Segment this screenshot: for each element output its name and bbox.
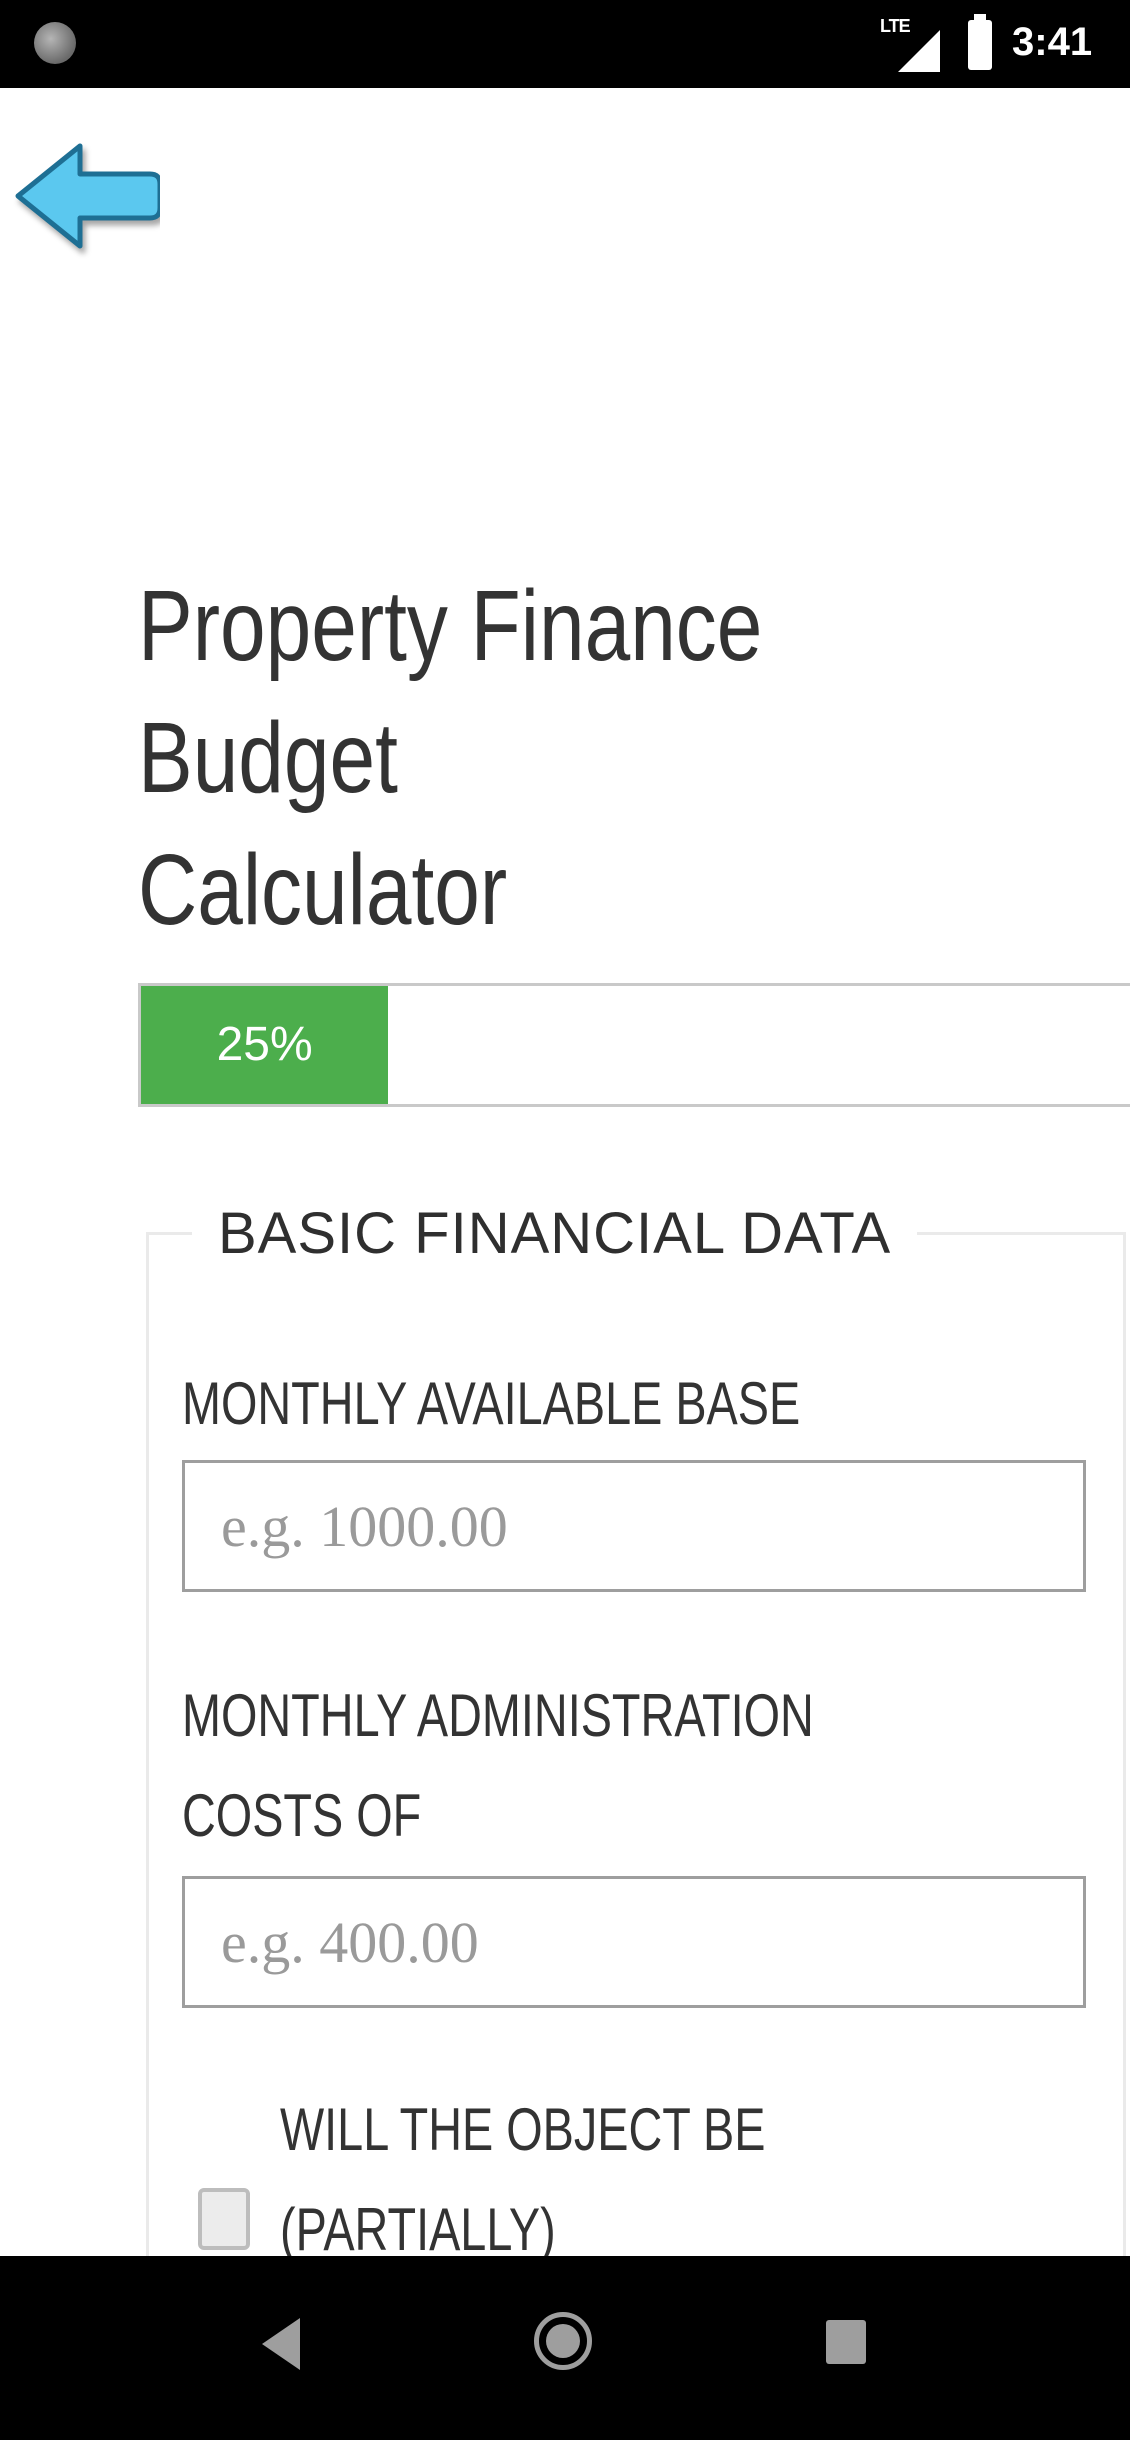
notification-dot-icon xyxy=(34,22,76,64)
signal-icon xyxy=(898,30,940,72)
page-title: Property Finance Budget Calculator xyxy=(138,570,763,946)
nav-home-icon[interactable] xyxy=(534,2312,592,2370)
progress-bar: 25% xyxy=(138,983,1130,1107)
back-arrow-icon xyxy=(15,143,163,249)
nav-back-icon[interactable] xyxy=(262,2318,300,2370)
back-button[interactable] xyxy=(10,130,163,260)
system-nav-bar xyxy=(0,2256,1130,2440)
battery-icon xyxy=(968,14,992,70)
nav-recents-icon[interactable] xyxy=(826,2320,866,2364)
status-time: 3:41 xyxy=(1012,20,1093,64)
status-bar: LTE 3:41 xyxy=(0,0,1130,88)
base-amount-input[interactable] xyxy=(182,1460,1086,1592)
progress-fill: 25% xyxy=(141,986,389,1104)
admin-costs-input[interactable] xyxy=(182,1876,1086,2008)
rented-out-checkbox[interactable] xyxy=(198,2188,250,2250)
section-legend: BASIC FINANCIAL DATA xyxy=(192,1198,918,1270)
